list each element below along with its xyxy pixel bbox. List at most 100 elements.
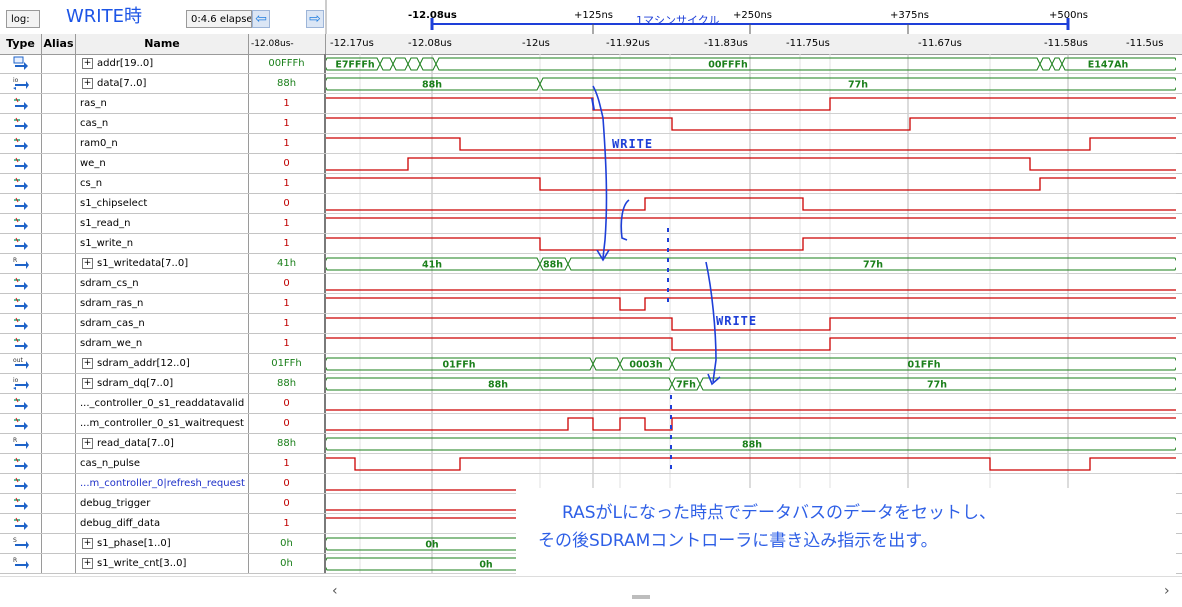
bus-value-label: 00FFFh — [708, 60, 748, 71]
expand-icon[interactable]: + — [82, 77, 93, 89]
signal-name-cell[interactable]: ...m_controller_0|refresh_request — [76, 474, 249, 493]
signal-value: 88h — [249, 434, 326, 453]
signal-value: 0 — [249, 414, 326, 433]
expand-icon[interactable]: + — [82, 357, 93, 369]
type-cell — [0, 454, 42, 473]
scroll-left-icon[interactable]: ‹ — [332, 583, 338, 599]
signal-name-cell[interactable]: ram0_n — [76, 134, 249, 153]
alias-cell — [42, 474, 76, 493]
bus-value-label: 0003h — [629, 360, 662, 371]
signal-name-cell[interactable]: cas_n — [76, 114, 249, 133]
signal-name: ..._controller_0_s1_readdatavalid — [80, 398, 245, 409]
signal-name-cell[interactable]: + read_data[7..0] — [76, 434, 249, 453]
bus-value-label: E147Ah — [1088, 60, 1129, 71]
alias-cell — [42, 234, 76, 253]
machine-cycle-label: 1マシンサイクル — [636, 14, 720, 27]
type-cell — [0, 414, 42, 433]
signal-name-cell[interactable]: ...m_controller_0_s1_waitrequest — [76, 414, 249, 433]
type-cell — [0, 294, 42, 313]
time-tick: -12us — [522, 38, 550, 49]
signal-name: sdram_cs_n — [80, 278, 139, 289]
alias-cell — [42, 434, 76, 453]
signal-value: 0 — [249, 154, 326, 173]
signal-name-cell[interactable]: + sdram_addr[12..0] — [76, 354, 249, 373]
scroll-thumb[interactable] — [632, 595, 650, 599]
signal-name: addr[19..0] — [97, 58, 154, 69]
signal-name-cell[interactable]: + s1_write_cnt[3..0] — [76, 554, 249, 573]
alias-cell — [42, 134, 76, 153]
type-cell — [0, 514, 42, 533]
signal-name-cell[interactable]: + addr[19..0] — [76, 54, 249, 73]
signal-name: s1_chipselect — [80, 198, 148, 209]
signal-name-cell[interactable]: sdram_cas_n — [76, 314, 249, 333]
write-annotation-1: WRITE — [612, 137, 654, 151]
type-cell — [0, 394, 42, 413]
expand-icon[interactable]: + — [82, 57, 93, 69]
signal-value: 0 — [249, 194, 326, 213]
signal-name-cell[interactable]: debug_diff_data — [76, 514, 249, 533]
signal-name-cell[interactable]: sdram_cs_n — [76, 274, 249, 293]
signal-trace — [326, 137, 1176, 151]
type-cell — [0, 134, 42, 153]
type-header[interactable]: Type — [0, 34, 42, 54]
bus-trace — [392, 57, 409, 71]
signal-name-cell[interactable]: + s1_phase[1..0] — [76, 534, 249, 553]
name-header[interactable]: Name — [76, 34, 249, 54]
signal-name-cell[interactable]: s1_read_n — [76, 214, 249, 233]
signal-name-cell[interactable]: cs_n — [76, 174, 249, 193]
signal-name-cell[interactable]: ..._controller_0_s1_readdatavalid — [76, 394, 249, 413]
signal-name-cell[interactable]: + data[7..0] — [76, 74, 249, 93]
signal-name: ram0_n — [80, 138, 118, 149]
signal-trace — [326, 297, 1176, 311]
alias-cell — [42, 554, 76, 573]
signal-name-cell[interactable]: + s1_writedata[7..0] — [76, 254, 249, 273]
bus-value-label: 77h — [848, 80, 868, 91]
time-tick: -11.92us — [606, 38, 650, 49]
expand-icon[interactable]: + — [82, 257, 93, 269]
signal-name-cell[interactable]: cas_n_pulse — [76, 454, 249, 473]
horizontal-scrollbar[interactable]: ‹ › — [0, 576, 1182, 607]
signal-name-cell[interactable]: s1_chipselect — [76, 194, 249, 213]
signal-name-cell[interactable]: sdram_we_n — [76, 334, 249, 353]
alias-cell — [42, 294, 76, 313]
signal-value: 1 — [249, 314, 326, 333]
type-cell: R — [0, 554, 42, 573]
alias-cell — [42, 254, 76, 273]
expand-icon[interactable]: + — [82, 437, 93, 449]
signal-value: 88h — [249, 74, 326, 93]
signal-name: sdram_we_n — [80, 338, 143, 349]
bus-trace — [379, 57, 394, 71]
signal-trace — [326, 197, 1176, 211]
type-cell: out — [0, 354, 42, 373]
signal-name-cell[interactable]: + sdram_dq[7..0] — [76, 374, 249, 393]
signal-trace — [326, 157, 1176, 171]
signal-value: 0h — [249, 554, 326, 573]
type-cell — [0, 314, 42, 333]
alias-cell — [42, 214, 76, 233]
expand-icon[interactable]: + — [82, 537, 93, 549]
time-tick: -11.67us — [918, 38, 962, 49]
svg-text:out: out — [13, 357, 23, 364]
bus-value-label: 0h — [425, 540, 439, 551]
signal-trace — [326, 97, 1176, 111]
svg-text:R: R — [13, 257, 17, 264]
alias-header[interactable]: Alias — [42, 34, 76, 54]
time-tick: -11.5us — [1126, 38, 1164, 49]
signal-name-cell[interactable]: s1_write_n — [76, 234, 249, 253]
signal-name: sdram_addr[12..0] — [97, 358, 190, 369]
expand-icon[interactable]: + — [82, 557, 93, 569]
alias-cell — [42, 174, 76, 193]
signal-value: 01FFh — [249, 354, 326, 373]
signal-name: we_n — [80, 158, 106, 169]
signal-name-cell[interactable]: we_n — [76, 154, 249, 173]
signal-value: 1 — [249, 234, 326, 253]
alias-cell — [42, 414, 76, 433]
expand-icon[interactable]: + — [82, 377, 93, 389]
scroll-right-icon[interactable]: › — [1164, 583, 1170, 599]
signal-name-cell[interactable]: sdram_ras_n — [76, 294, 249, 313]
bus-trace — [1039, 57, 1053, 71]
signal-name-cell[interactable]: ras_n — [76, 94, 249, 113]
signal-name-cell[interactable]: debug_trigger — [76, 494, 249, 513]
time-tick: -11.75us — [786, 38, 830, 49]
type-cell — [0, 214, 42, 233]
